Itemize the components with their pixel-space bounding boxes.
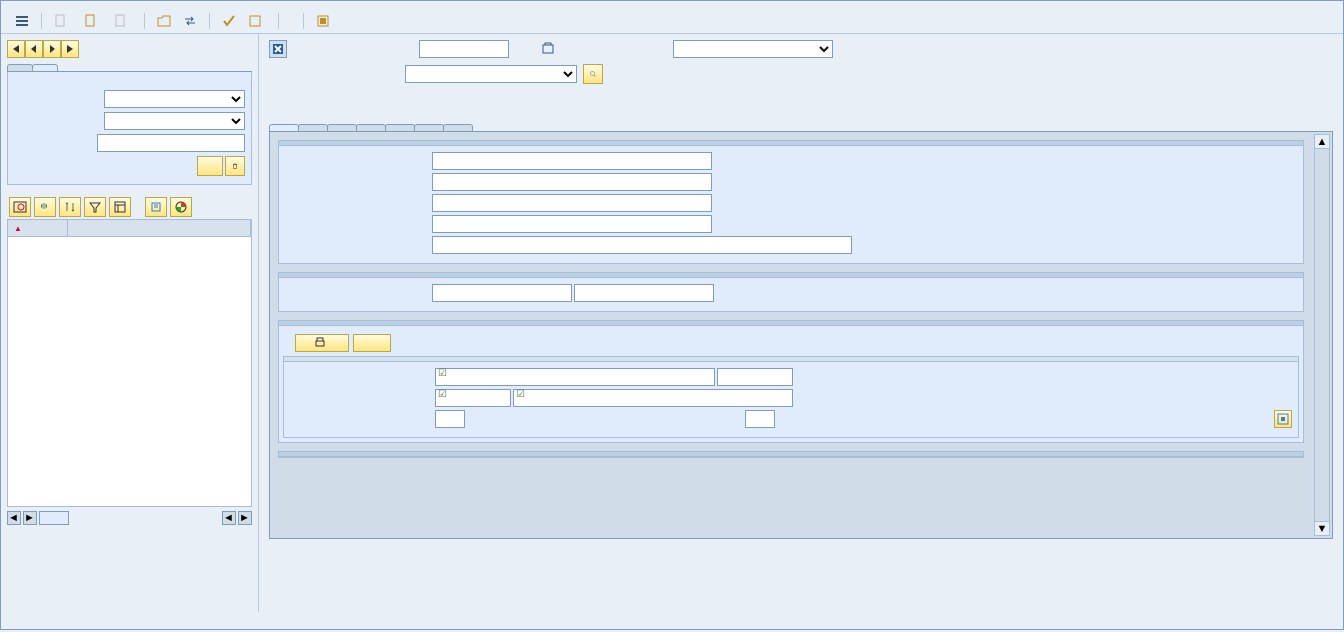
content-vscroll[interactable]: ▲ ▼ — [1314, 134, 1330, 536]
hscroll-end-left-icon[interactable]: ◄ — [222, 511, 236, 525]
worklist-icon[interactable] — [541, 41, 555, 58]
role-select[interactable] — [405, 65, 577, 83]
tab-payment[interactable] — [385, 124, 415, 131]
nav-last-icon[interactable] — [61, 40, 79, 58]
col-description[interactable] — [68, 220, 251, 236]
hscroll-right-icon[interactable]: ► — [23, 511, 37, 525]
page-title — [1, 1, 1343, 9]
hscroll-track[interactable] — [39, 511, 69, 525]
country-input[interactable] — [435, 410, 465, 428]
scroll-up-icon: ▲ — [1315, 135, 1329, 149]
by-select[interactable] — [104, 112, 245, 130]
delete-icon[interactable] — [225, 156, 245, 176]
postal-code-input[interactable] — [435, 389, 511, 407]
group-pobox-title — [279, 452, 1303, 457]
nav-first-icon[interactable] — [7, 40, 25, 58]
group-button — [110, 12, 136, 30]
result-body — [7, 237, 252, 507]
street-input[interactable] — [435, 368, 715, 386]
name-input-3[interactable] — [432, 194, 712, 212]
start-button[interactable] — [197, 156, 223, 176]
hscroll-end-right-icon[interactable]: ► — [238, 511, 252, 525]
hscroll-left-icon[interactable]: ◄ — [7, 511, 21, 525]
bp-type-icon[interactable] — [269, 40, 287, 58]
house-number-input[interactable] — [717, 368, 793, 386]
tab-status[interactable] — [414, 124, 444, 131]
nav-prev-icon[interactable] — [25, 40, 43, 58]
open-icon[interactable] — [153, 12, 175, 30]
tab-find[interactable] — [32, 64, 58, 71]
tab-address[interactable] — [269, 124, 299, 131]
organization-button[interactable] — [80, 12, 106, 30]
name-input-4[interactable] — [432, 215, 712, 233]
grouping-select[interactable] — [673, 40, 833, 58]
nav-next-icon[interactable] — [43, 40, 61, 58]
tab-where-used[interactable] — [443, 124, 473, 131]
tab-address-overview[interactable] — [298, 124, 328, 131]
print-preview-button[interactable] — [295, 334, 349, 352]
tab-identification[interactable] — [327, 124, 357, 131]
col-partner[interactable]: ▲ — [8, 220, 68, 236]
bp-search-input[interactable] — [97, 134, 245, 152]
filter-icon[interactable] — [84, 197, 106, 217]
address-expand-icon[interactable] — [1274, 410, 1292, 428]
export-icon[interactable] — [145, 197, 167, 217]
search-term-2-input[interactable] — [574, 284, 714, 302]
salutation-input[interactable] — [432, 236, 852, 254]
person-button — [50, 12, 76, 30]
city-input[interactable] — [513, 389, 793, 407]
details-icon[interactable] — [9, 197, 31, 217]
region-input[interactable] — [745, 410, 775, 428]
tab-worklist[interactable] — [7, 64, 33, 71]
scroll-down-icon: ▼ — [1315, 521, 1329, 535]
name-input-1[interactable] — [432, 152, 712, 170]
name-input-2[interactable] — [432, 173, 712, 191]
settings-icon[interactable] — [312, 12, 334, 30]
layout-icon[interactable] — [109, 197, 131, 217]
tab-control[interactable] — [356, 124, 386, 131]
relationships-button[interactable] — [287, 19, 295, 23]
role-detail-icon[interactable] — [583, 64, 603, 84]
bp-number-input[interactable] — [419, 40, 509, 58]
find-select[interactable] — [104, 90, 245, 108]
switch-icon[interactable] — [179, 12, 201, 30]
find-icon[interactable] — [34, 197, 56, 217]
search-term-1-input[interactable] — [432, 284, 572, 302]
internat-versions-button[interactable] — [353, 334, 391, 352]
menu-icon[interactable] — [11, 12, 33, 30]
general-data-button[interactable] — [244, 12, 270, 30]
sort-icon[interactable] — [59, 197, 81, 217]
main-toolbar — [1, 9, 1343, 34]
check-icon[interactable] — [218, 12, 240, 30]
chart-icon[interactable] — [170, 197, 192, 217]
